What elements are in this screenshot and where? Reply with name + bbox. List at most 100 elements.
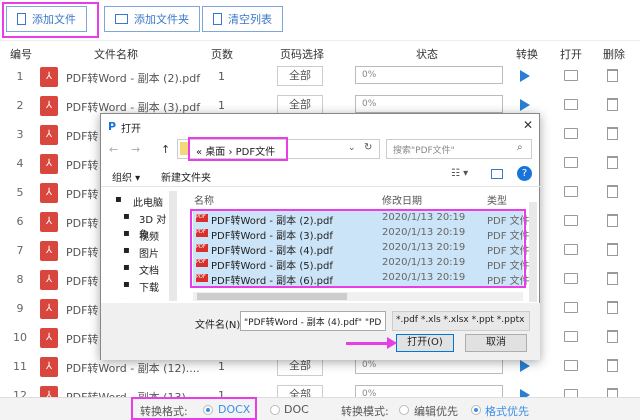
sidebar-item[interactable]: 此电脑 [133, 194, 163, 209]
col-date-header[interactable]: 修改日期 [382, 192, 422, 207]
horizontal-scrollbar[interactable] [193, 292, 523, 301]
pdf-icon: ⅄ [40, 67, 58, 87]
pdf-icon: ⅄ [40, 212, 58, 232]
pdf-icon: ⅄ [40, 241, 58, 261]
open-folder-icon[interactable] [564, 157, 578, 168]
pdf-icon: ⅄ [40, 96, 58, 116]
open-folder-icon[interactable] [564, 331, 578, 342]
convert-play-icon[interactable] [520, 99, 530, 111]
convert-play-icon[interactable] [520, 70, 530, 82]
delete-icon[interactable] [607, 243, 618, 256]
col-name-header[interactable]: 名称 [194, 192, 214, 207]
delete-icon[interactable] [607, 330, 618, 343]
open-folder-icon[interactable] [564, 360, 578, 371]
table-row: 1 ⅄ PDF转Word - 副本 (2).pdf 1 全部 0% [0, 63, 640, 92]
col-type-header[interactable]: 类型 [487, 192, 507, 207]
pdf-icon: ⅄ [40, 357, 58, 377]
file-name: PDF转 [66, 275, 99, 288]
col-delete: 删除 [603, 48, 625, 61]
delete-icon[interactable] [607, 185, 618, 198]
open-folder-icon[interactable] [564, 186, 578, 197]
arrow-annotation [346, 342, 391, 345]
row-num: 2 [16, 99, 24, 112]
page-count: 1 [218, 99, 225, 112]
open-file-dialog: P 打开 ✕ ← → ↑ « 桌面 › PDF文件 ⌄ ↻ 搜索"PDF文件" … [100, 113, 541, 360]
search-input[interactable]: 搜索"PDF文件" ⌕ [386, 139, 532, 159]
filename-input[interactable]: "PDF转Word - 副本 (4).pdf" "PD [240, 311, 386, 331]
convert-play-icon[interactable] [520, 360, 530, 372]
open-folder-icon[interactable] [564, 70, 578, 81]
pictures-icon: ▪ [123, 245, 130, 256]
radio-edit-first[interactable] [399, 405, 409, 415]
open-folder-icon[interactable] [564, 273, 578, 284]
sidebar-item[interactable]: 视频 [139, 228, 159, 243]
files-highlight [190, 209, 526, 288]
page-count: 1 [218, 360, 225, 373]
filename-label: 文件名(N): [195, 320, 244, 331]
trash-icon [213, 13, 222, 25]
file-name: PDF转Word - 副本 (12).... [66, 362, 200, 375]
file-name: PDF转 [66, 130, 99, 143]
row-num: 6 [16, 215, 24, 228]
col-page-select: 页码选择 [280, 48, 324, 61]
open-folder-icon[interactable] [564, 244, 578, 255]
page-select[interactable]: 全部 [277, 66, 323, 86]
pdf-icon: ⅄ [40, 154, 58, 174]
sidebar-item[interactable]: 文档 [139, 262, 159, 277]
radio-format-first[interactable] [471, 405, 481, 415]
view-icon[interactable]: ☷ ▾ [451, 168, 468, 179]
sidebar-item[interactable]: 音乐 [139, 296, 159, 299]
delete-icon[interactable] [607, 214, 618, 227]
row-num: 8 [16, 273, 24, 286]
page-select[interactable]: 全部 [277, 95, 323, 115]
delete-icon[interactable] [607, 69, 618, 82]
delete-icon[interactable] [607, 359, 618, 372]
row-num: 7 [16, 244, 24, 257]
col-name: 文件名称 [94, 48, 138, 61]
file-name: PDF转 [66, 159, 99, 172]
help-icon[interactable]: ? [517, 166, 532, 181]
sidebar-scrollbar[interactable] [169, 191, 177, 301]
download-icon: ▪ [123, 279, 130, 290]
refresh-icon[interactable]: ↻ [364, 142, 372, 153]
preview-pane-icon[interactable] [491, 169, 503, 179]
path-highlight [188, 137, 288, 161]
close-icon[interactable]: ✕ [523, 118, 533, 132]
clear-list-button[interactable]: 清空列表 [202, 6, 283, 32]
computer-icon: ▪ [115, 194, 122, 205]
3d-objects-icon: ▪ [123, 211, 130, 222]
progress-bar: 0% [355, 66, 503, 84]
delete-icon[interactable] [607, 98, 618, 111]
music-icon: ▪ [123, 296, 130, 299]
row-num: 4 [16, 157, 24, 170]
video-icon: ▪ [123, 228, 130, 239]
search-icon: ⌕ [517, 142, 523, 153]
sidebar-item[interactable]: 图片 [139, 245, 159, 260]
radio-doc[interactable] [270, 405, 280, 415]
open-folder-icon[interactable] [564, 99, 578, 110]
delete-icon[interactable] [607, 127, 618, 140]
row-num: 3 [16, 128, 24, 141]
row-num: 1 [16, 70, 24, 83]
col-pages: 页数 [211, 48, 233, 61]
delete-icon[interactable] [607, 156, 618, 169]
delete-icon[interactable] [607, 272, 618, 285]
pdf-icon: ⅄ [40, 183, 58, 203]
chevron-down-icon[interactable]: ⌄ [348, 143, 356, 153]
folder-add-icon [115, 14, 128, 24]
arrow-head [387, 337, 397, 349]
mode-label: 转换模式: [341, 405, 389, 418]
row-num: 5 [16, 186, 24, 199]
file-type-select[interactable]: *.pdf *.xls *.xlsx *.ppt *.pptx [392, 311, 530, 331]
add-folder-button[interactable]: 添加文件夹 [104, 6, 200, 32]
delete-icon[interactable] [607, 301, 618, 314]
cancel-button[interactable]: 取消 [465, 334, 527, 352]
open-button[interactable]: 打开(O) [396, 334, 454, 352]
open-folder-icon[interactable] [564, 215, 578, 226]
sidebar-item[interactable]: 下载 [139, 279, 159, 294]
vertical-scrollbar[interactable] [529, 202, 537, 302]
open-folder-icon[interactable] [564, 128, 578, 139]
open-folder-icon[interactable] [564, 302, 578, 313]
pdf-icon: ⅄ [40, 299, 58, 319]
col-num: 编号 [10, 48, 32, 61]
